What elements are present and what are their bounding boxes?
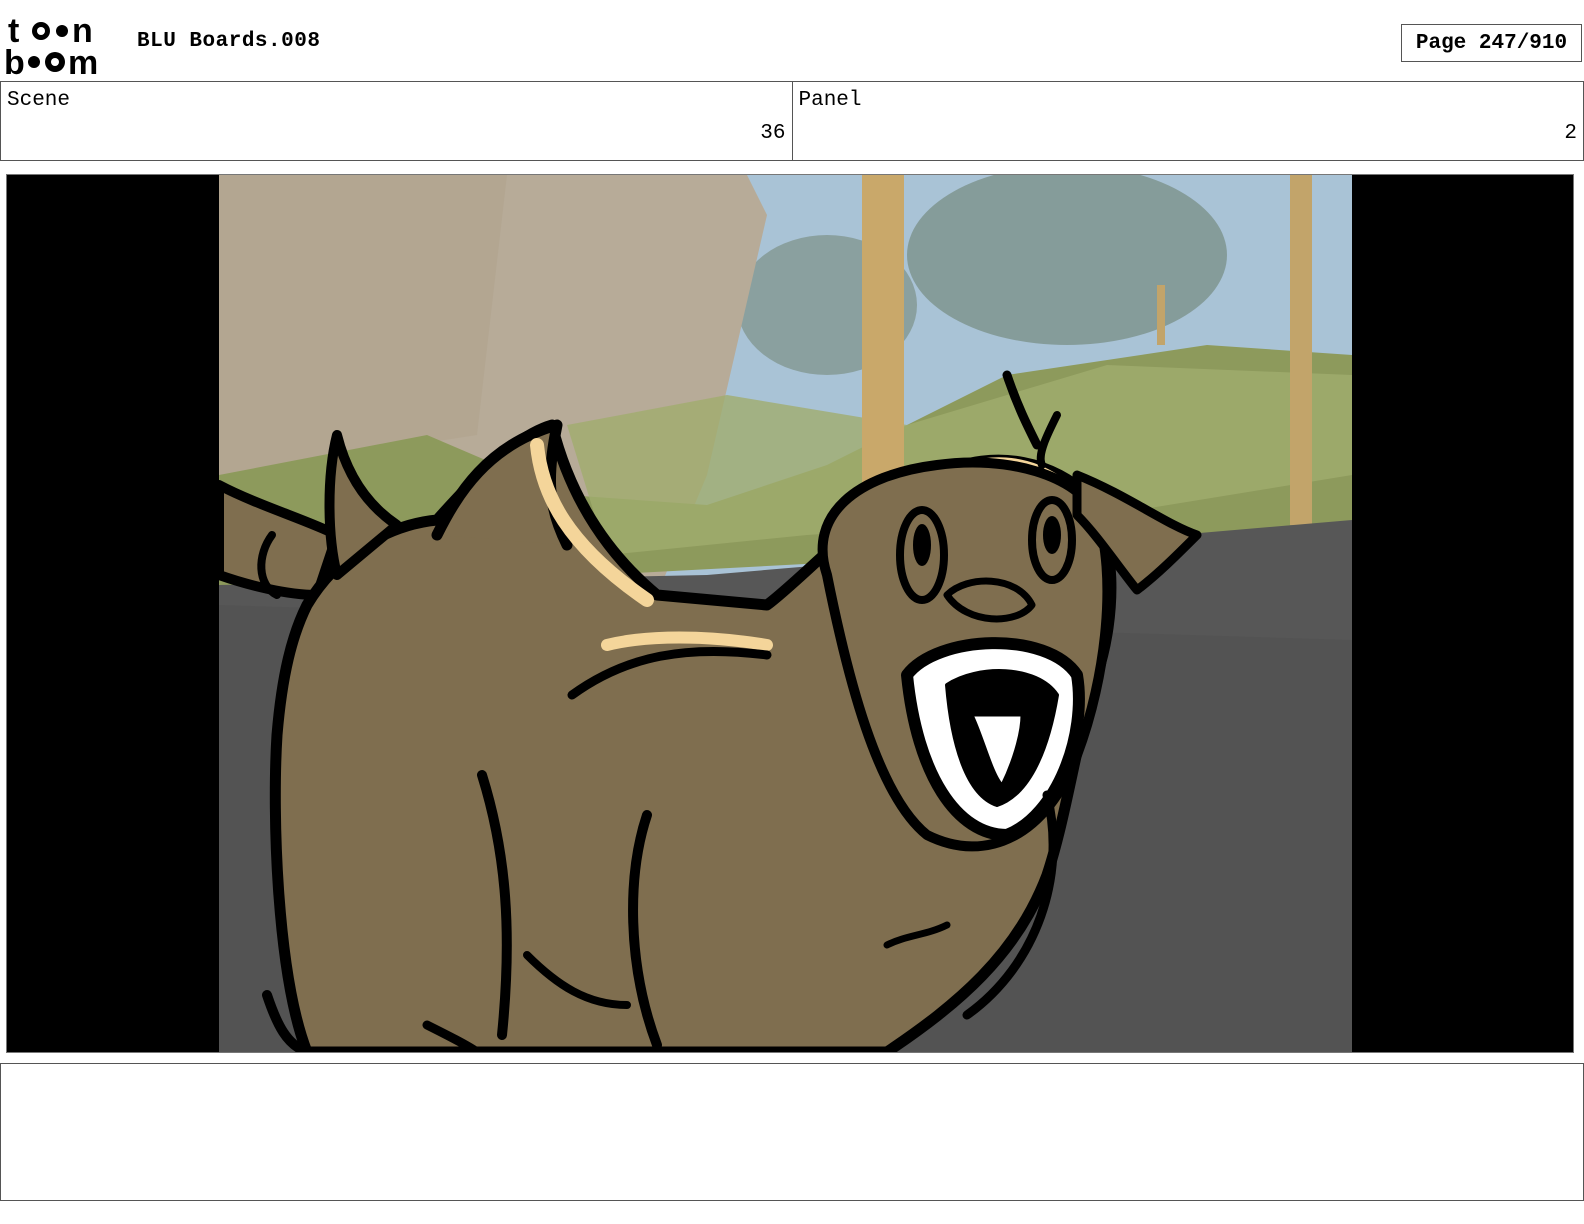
toon-boom-logo: t n b m bbox=[4, 12, 118, 82]
scene-cell: Scene 36 bbox=[0, 82, 792, 160]
page-number-label: Page 247/910 bbox=[1415, 31, 1568, 55]
document-title: BLU Boards.008 bbox=[137, 30, 321, 53]
panel-number: 2 bbox=[1564, 122, 1577, 145]
scene-number: 36 bbox=[760, 122, 786, 145]
page-indicator: Page 247/910 bbox=[1401, 24, 1582, 62]
panel-cell: Panel 2 bbox=[791, 82, 1584, 160]
svg-text:b: b bbox=[4, 44, 25, 76]
panel-notes-box bbox=[0, 1063, 1584, 1201]
storyboard-sketch-creature-icon bbox=[7, 175, 1573, 1052]
storyboard-panel-image bbox=[6, 174, 1574, 1053]
svg-text:m: m bbox=[68, 44, 98, 76]
scene-panel-row: Scene 36 Panel 2 bbox=[0, 81, 1584, 161]
scene-label: Scene bbox=[7, 89, 71, 112]
panel-label: Panel bbox=[798, 89, 862, 112]
